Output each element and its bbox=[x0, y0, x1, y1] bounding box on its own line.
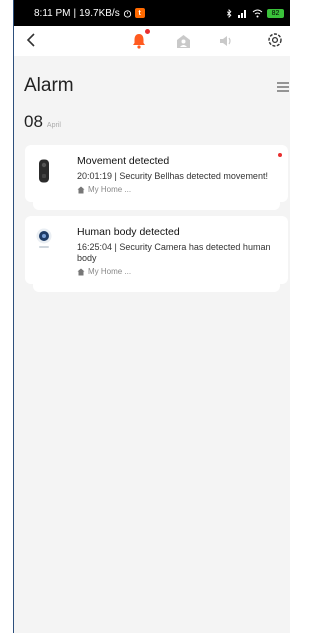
unread-dot bbox=[278, 153, 282, 157]
tab-alarm[interactable] bbox=[130, 29, 150, 50]
alarm-description: 16:25:04 | Security Camera has detected … bbox=[77, 242, 271, 263]
alarm-title: Human body detected bbox=[77, 226, 180, 238]
doorbell-device-icon bbox=[38, 159, 50, 188]
header-row: Alarm bbox=[24, 74, 290, 98]
status-sep: | bbox=[73, 7, 77, 19]
date-group-header: 08 April bbox=[24, 112, 61, 132]
card-stack-edge bbox=[33, 284, 280, 292]
alarm-description: 20:01:19 | Security Bellhas detected mov… bbox=[77, 171, 268, 181]
alarm-location: My Home ... bbox=[77, 185, 278, 194]
card-stack-edge bbox=[33, 202, 280, 210]
wifi-icon bbox=[252, 9, 263, 17]
alarm-card-wrap: Movement detected 20:01:19 | Security Be… bbox=[25, 145, 288, 210]
status-speed: 19.7KB/s bbox=[79, 7, 120, 19]
top-bar bbox=[14, 26, 290, 56]
status-bar: 8:11 PM | 19.7KB/s t 82 bbox=[14, 0, 290, 26]
home-icon bbox=[77, 268, 85, 275]
status-right: 82 bbox=[226, 8, 284, 18]
alarm-card[interactable]: Movement detected 20:01:19 | Security Be… bbox=[25, 145, 288, 202]
home-person-icon bbox=[176, 34, 190, 48]
alarm-unread-dot bbox=[145, 29, 150, 34]
top-tabs bbox=[130, 29, 236, 50]
signal-icon bbox=[238, 9, 246, 18]
page-title: Alarm bbox=[24, 75, 74, 96]
tab-speaker[interactable] bbox=[218, 32, 236, 50]
filter-menu-button[interactable] bbox=[276, 80, 290, 92]
alarm-clock-icon bbox=[123, 9, 131, 18]
gear-icon bbox=[268, 33, 282, 47]
battery-indicator: 82 bbox=[267, 8, 284, 18]
chevron-left-icon bbox=[26, 32, 35, 47]
alarm-title: Movement detected bbox=[77, 155, 170, 167]
back-button[interactable] bbox=[26, 31, 46, 52]
tab-home-person[interactable] bbox=[174, 32, 192, 50]
alarm-location-text: My Home ... bbox=[88, 185, 132, 194]
bell-icon bbox=[133, 34, 145, 49]
alarm-location: My Home ... bbox=[77, 267, 278, 276]
date-month: April bbox=[46, 122, 61, 129]
date-day: 08 bbox=[24, 112, 43, 131]
speaker-icon bbox=[220, 36, 231, 46]
status-time: 8:11 PM bbox=[34, 7, 71, 19]
status-left: 8:11 PM | 19.7KB/s t bbox=[34, 8, 145, 19]
alarm-card-wrap: Human body detected 16:25:04 | Security … bbox=[25, 216, 288, 292]
alarm-content: Alarm 08 April Movement detected 20:01:1… bbox=[14, 56, 290, 633]
camera-device-icon bbox=[36, 228, 52, 257]
filter-menu-icon bbox=[277, 82, 289, 92]
home-icon bbox=[77, 186, 85, 193]
settings-button[interactable] bbox=[266, 31, 286, 51]
bluetooth-icon bbox=[226, 8, 232, 18]
alarm-location-text: My Home ... bbox=[88, 267, 132, 276]
alarm-card[interactable]: Human body detected 16:25:04 | Security … bbox=[25, 216, 288, 284]
app-notification-icon: t bbox=[134, 8, 145, 18]
